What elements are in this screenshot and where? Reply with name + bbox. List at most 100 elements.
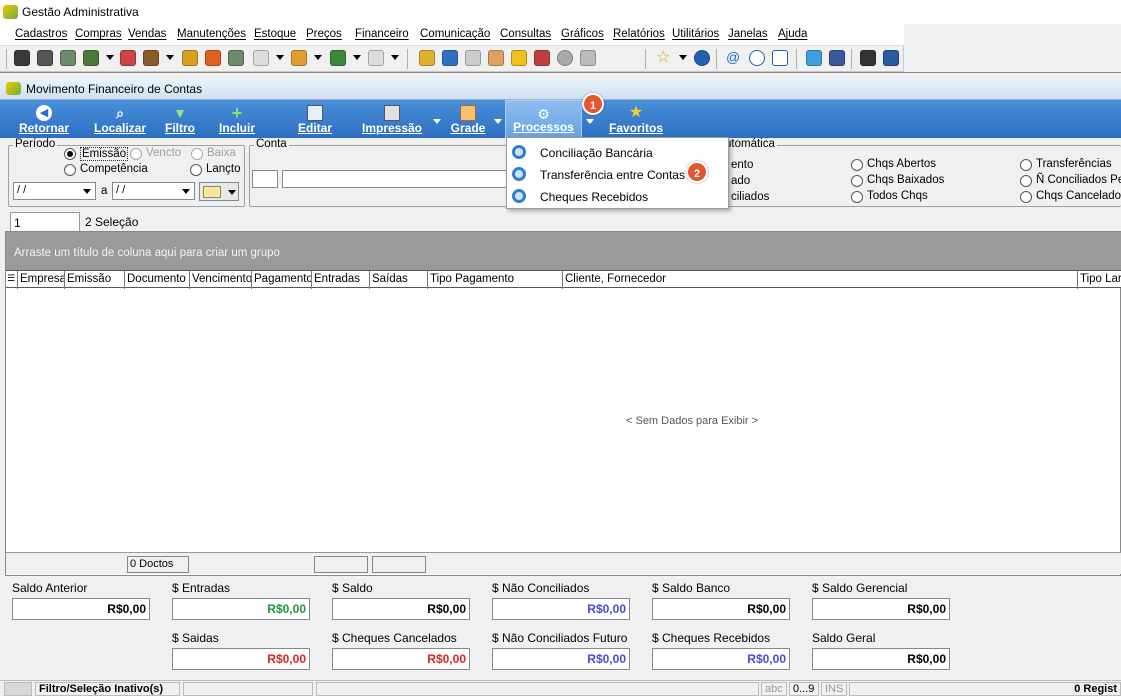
chevron-down-icon[interactable] (433, 119, 441, 124)
suppliers-icon[interactable] (37, 50, 53, 66)
menu-precos[interactable]: Preços (306, 28, 342, 40)
menu-vendas[interactable]: Vendas (128, 28, 166, 40)
chevron-down-icon[interactable] (679, 55, 687, 60)
money-icon[interactable] (330, 50, 346, 66)
conta-code-input[interactable] (252, 170, 278, 188)
monitor-icon[interactable] (442, 50, 458, 66)
grade-button[interactable]: Grade (447, 100, 489, 138)
nao-conciliados-per-radio[interactable] (1020, 175, 1032, 187)
vencto-radio[interactable] (130, 148, 142, 160)
column-header[interactable]: Empresa (18, 271, 65, 289)
exit-icon[interactable] (883, 50, 899, 66)
chevron-down-icon[interactable] (166, 55, 174, 60)
retornar-button[interactable]: ◀ Retornar (12, 100, 76, 138)
info-icon[interactable] (694, 50, 710, 66)
package-icon[interactable] (143, 50, 159, 66)
localizar-button[interactable]: ⌕ Localizar (88, 100, 152, 138)
chevron-down-icon[interactable] (586, 119, 594, 124)
group-by-panel[interactable]: Arraste um título de coluna aqui para cr… (6, 232, 1121, 270)
menu-estoque[interactable]: Estoque (254, 28, 296, 40)
column-header[interactable]: Vencimento (190, 271, 252, 289)
column-header[interactable]: Documento (125, 271, 190, 289)
chevron-down-icon[interactable] (276, 55, 284, 60)
transferencias-radio[interactable] (1020, 159, 1032, 171)
column-header[interactable]: Entradas (312, 271, 370, 289)
star-icon[interactable]: ☆ (656, 49, 670, 67)
column-header[interactable]: Tipo Pagamento (428, 271, 563, 289)
column-chooser-icon[interactable]: ☰ (6, 271, 18, 289)
menu-compras[interactable]: Compras (75, 28, 122, 40)
screen-icon[interactable] (860, 50, 876, 66)
chevron-down-icon[interactable] (494, 119, 502, 124)
column-header[interactable]: Saídas (370, 271, 428, 289)
add-user-icon[interactable] (580, 50, 596, 66)
truck-icon[interactable] (253, 50, 269, 66)
baixa-radio[interactable] (191, 148, 203, 160)
stamps-icon[interactable] (488, 50, 504, 66)
auto-option-2[interactable]: ado (731, 175, 750, 187)
chqs-cancelados-radio[interactable] (1020, 191, 1032, 203)
calendar-icon[interactable] (419, 50, 435, 66)
menu-item-cheques-recebidos[interactable]: Cheques Recebidos (507, 185, 728, 207)
column-header[interactable]: Cliente, Fornecedor (563, 271, 1078, 289)
lancto-radio[interactable] (190, 164, 202, 176)
saidas-label: $ Saidas (172, 631, 219, 645)
conta-name-input[interactable] (282, 170, 512, 188)
filtro-button[interactable]: ▼ Filtro (158, 100, 202, 138)
column-header[interactable]: Tipo Lar (1078, 271, 1121, 289)
menu-ajuda[interactable]: Ajuda (778, 28, 807, 40)
competencia-radio[interactable] (64, 164, 76, 176)
menu-utilitarios[interactable]: Utilitários (672, 28, 719, 40)
tab-movimento[interactable]: 1 Movimento (10, 212, 80, 244)
favoritos-button[interactable]: ★ Favoritos (603, 100, 669, 138)
auto-option-1[interactable]: ento (731, 159, 753, 171)
menu-graficos[interactable]: Gráficos (561, 28, 604, 40)
date-from-input[interactable]: / / (13, 182, 96, 200)
back-arrow-icon: ◀ (36, 105, 52, 121)
menu-relatorios[interactable]: Relatórios (613, 28, 665, 40)
emissao-radio[interactable] (64, 148, 76, 160)
facebook-icon[interactable] (829, 50, 845, 66)
tab-selecao[interactable]: 2 Seleção (82, 212, 142, 232)
todos-chqs-radio[interactable] (851, 191, 863, 203)
calendar-button[interactable] (199, 182, 239, 201)
menu-financeiro[interactable]: Financeiro (355, 28, 409, 40)
chevron-down-icon[interactable] (391, 55, 399, 60)
column-header[interactable]: Pagamento (252, 271, 312, 289)
clients-icon[interactable] (14, 50, 30, 66)
chevron-down-icon[interactable] (106, 55, 114, 60)
impressao-button[interactable]: Impressão (356, 100, 428, 138)
incluir-button[interactable]: + Incluir (214, 100, 260, 138)
tree-icon[interactable] (83, 50, 99, 66)
chevron-down-icon[interactable] (353, 55, 361, 60)
user-icon[interactable] (557, 50, 573, 66)
book-icon[interactable] (182, 50, 198, 66)
menu-cadastros[interactable]: Cadastros (15, 28, 67, 40)
settings-icon[interactable] (368, 50, 384, 66)
menu-manutencoes[interactable]: Manutenções (177, 28, 246, 40)
menu-comunicacao[interactable]: Comunicação (420, 28, 490, 40)
lock-icon[interactable] (511, 50, 527, 66)
chqs-baixados-radio[interactable] (851, 175, 863, 187)
document-icon[interactable] (120, 50, 136, 66)
chqs-abertos-radio[interactable] (851, 159, 863, 171)
org-icon[interactable] (228, 50, 244, 66)
column-header[interactable]: Emissão (65, 271, 125, 289)
chevron-down-icon[interactable] (314, 55, 322, 60)
menu-item-conciliacao-bancaria[interactable]: Conciliação Bancária (507, 141, 728, 163)
media-icon[interactable] (205, 50, 221, 66)
auto-option-3[interactable]: ciliados (731, 191, 769, 203)
printer-icon[interactable] (534, 50, 550, 66)
email-icon[interactable]: @ (726, 49, 740, 65)
date-to-input[interactable]: / / (112, 182, 195, 200)
twitter-icon[interactable] (806, 50, 822, 66)
notes-icon[interactable] (465, 50, 481, 66)
feather-icon[interactable] (772, 50, 788, 66)
network-icon[interactable] (60, 50, 76, 66)
worker-icon[interactable] (291, 50, 307, 66)
editar-button[interactable]: Editar (292, 100, 338, 138)
menu-janelas[interactable]: Janelas (728, 28, 768, 40)
menu-consultas[interactable]: Consultas (500, 28, 551, 40)
processos-button[interactable]: ⚙ Processos (505, 100, 582, 138)
skype-icon[interactable] (749, 50, 765, 66)
